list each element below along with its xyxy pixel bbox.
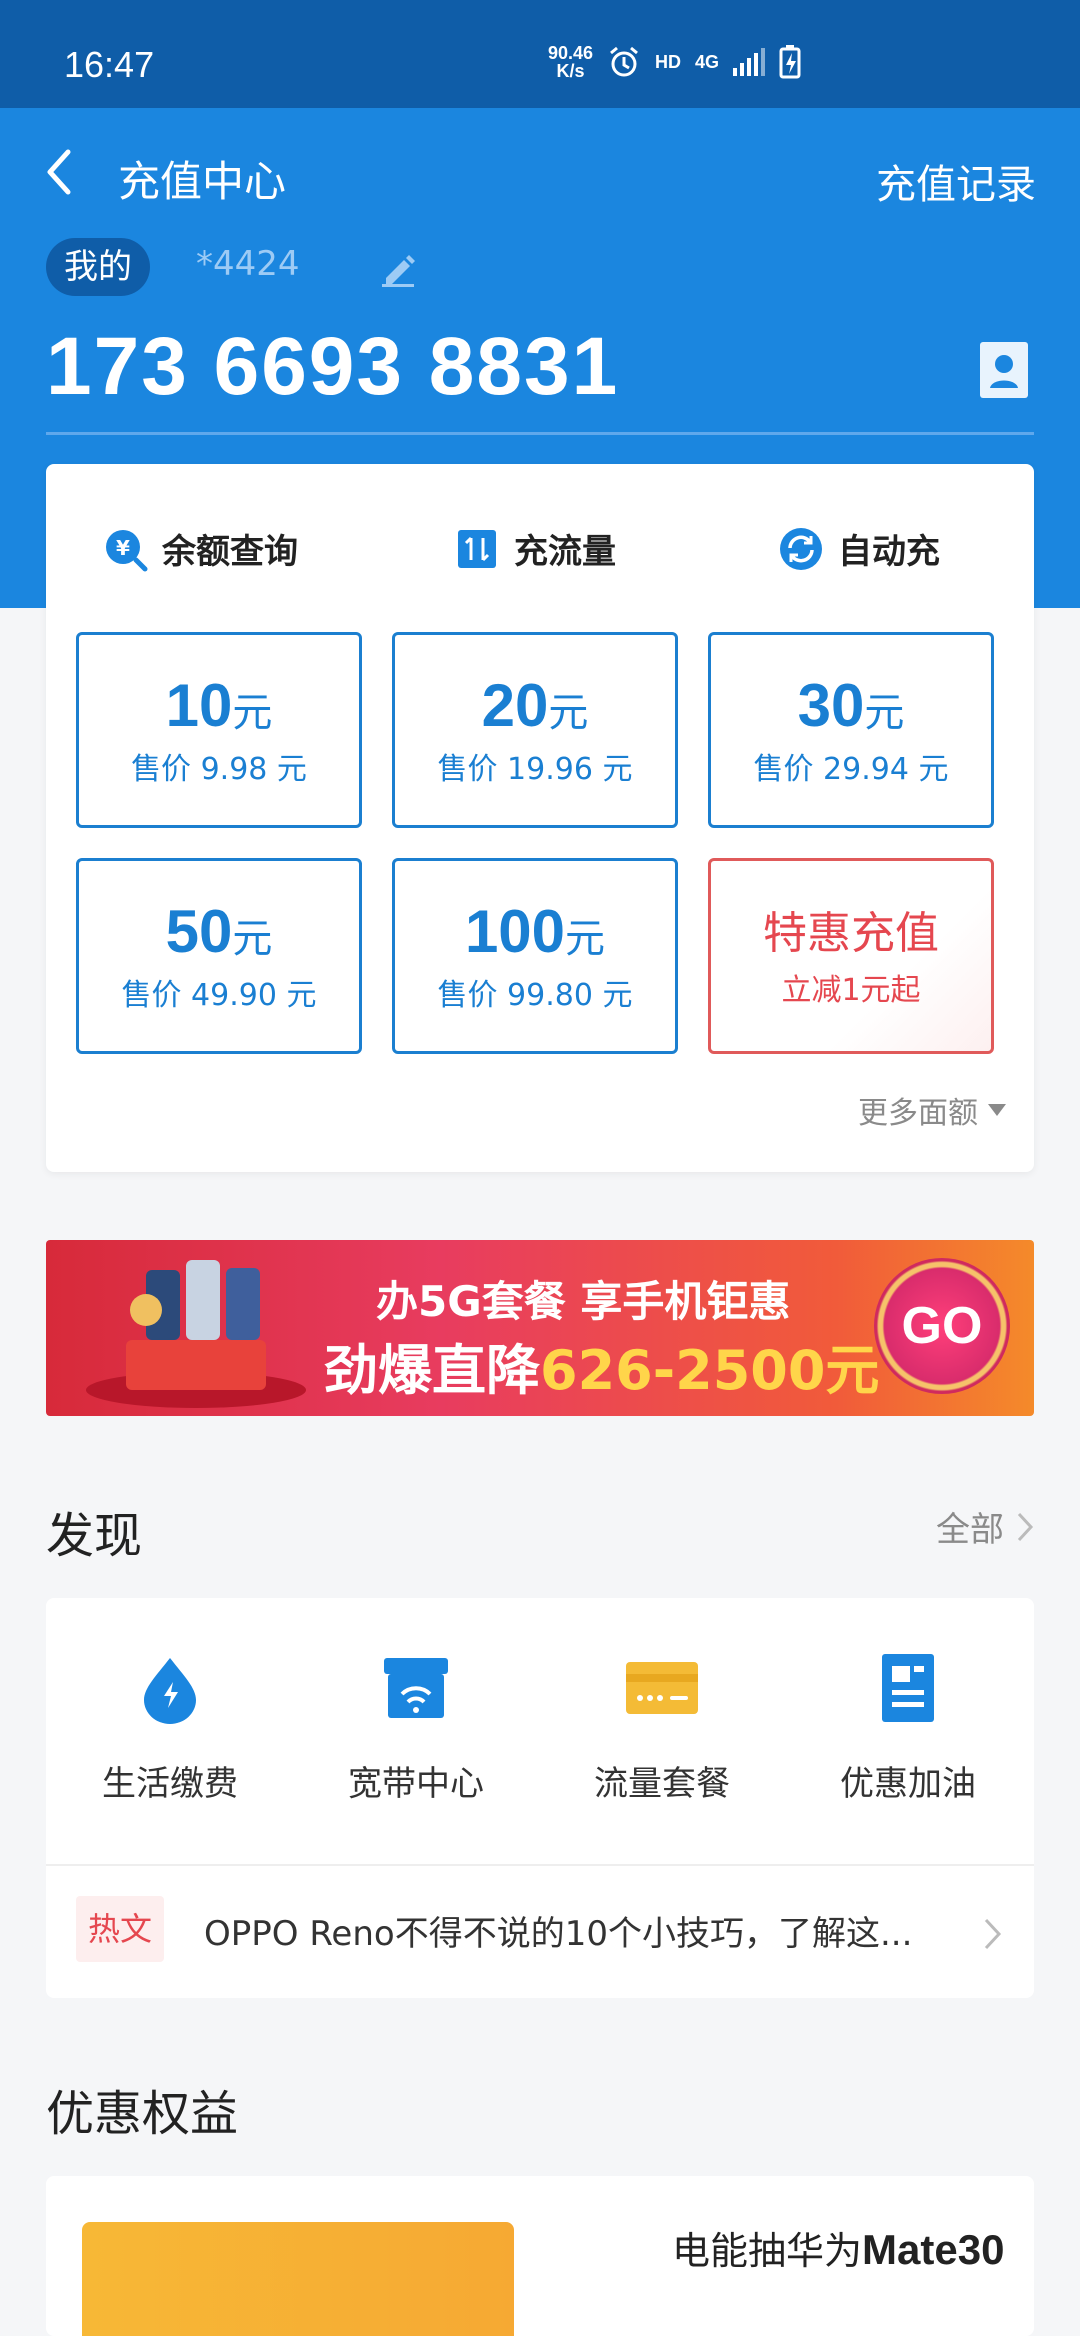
data-transfer-icon [458,529,496,568]
status-icons: 90.46 K/s HD 4G [548,44,801,80]
discover-title: 发现 [46,1508,143,1564]
recharge-card: ¥ 余额查询 充流量 自动充 10元 售价 9.98 元 20元 售价 19.9… [46,464,1034,1172]
recharge-records-link[interactable]: 充值记录 [876,152,1036,210]
benefits-title: 优惠权益 [46,2086,239,2142]
chevron-right-icon[interactable] [982,1916,1004,1952]
masked-account: *4424 [196,244,300,284]
service-fuel-discount[interactable]: 优惠加油 [808,1652,1008,1805]
recharge-data-button[interactable]: 充流量 [454,524,616,573]
fuel-discount-icon [882,1654,934,1722]
network-speed: 90.46 K/s [548,43,594,81]
contact-book-icon[interactable] [978,340,1030,400]
service-utility-payment[interactable]: 生活缴费 [70,1652,270,1805]
banner-subline: 劲爆直降626-2500元 [324,1339,880,1402]
auto-recharge-button[interactable]: 自动充 [778,524,940,573]
battery-charging-icon [779,45,801,79]
recharge-option-30[interactable]: 30元 售价 29.94 元 [708,632,994,828]
recharge-option-10[interactable]: 10元 售价 9.98 元 [76,632,362,828]
page-title: 充值中心 [118,157,287,206]
banner-headline: 办5G套餐 享手机钜惠 [376,1277,791,1326]
broadband-icon [384,1658,448,1718]
special-recharge-option[interactable]: 特惠充值 立减1元起 [708,858,994,1054]
back-arrow-icon[interactable] [40,142,76,202]
signal-icon [733,48,766,76]
status-bar: 16:47 90.46 K/s HD 4G [0,0,1080,108]
hd-badge: HD [655,51,682,72]
benefit-card[interactable]: 电能抽华为Mate30 [46,2176,1034,2336]
recharge-option-50[interactable]: 50元 售价 49.90 元 [76,858,362,1054]
phone-number[interactable]: 173 6693 8831 [46,320,619,414]
phone-underline [46,432,1034,435]
owner-badge: 我的 [46,238,150,296]
discover-card: 生活缴费 宽带中心 流量套餐 优惠加油 热文 OPPO Reno不得不说的10个… [46,1598,1034,1998]
service-broadband[interactable]: 宽带中心 [316,1652,516,1805]
alarm-icon [610,46,639,77]
benefit-promo-text: 电能抽华为Mate30 [672,2226,1005,2273]
chevron-right-icon [1017,1512,1034,1541]
promo-banner[interactable]: 办5G套餐 享手机钜惠 劲爆直降626-2500元 GO [46,1240,1034,1416]
balance-search-icon: ¥ [106,529,148,571]
edit-pen-icon[interactable] [378,248,418,288]
balance-query-button[interactable]: ¥ 余额查询 [102,524,298,573]
data-plan-icon [626,1662,698,1714]
hot-tag: 热文 [76,1896,165,1962]
discover-all-link[interactable]: 全部 [936,1502,1034,1551]
status-time: 16:47 [64,44,155,85]
auto-recharge-icon [780,527,822,570]
divider [46,1864,1034,1866]
network-type: 4G [695,51,720,72]
recharge-option-20[interactable]: 20元 售价 19.96 元 [392,632,678,828]
utility-payment-icon [144,1658,196,1724]
go-button[interactable]: GO [874,1258,1010,1394]
triangle-down-icon [988,1104,1006,1116]
svg-text:¥: ¥ [116,536,130,560]
more-amounts-button[interactable]: 更多面额 [858,1088,1006,1132]
phones-illustration [86,1260,306,1408]
recharge-option-100[interactable]: 100元 售价 99.80 元 [392,858,678,1054]
benefit-image [82,2222,514,2336]
service-data-plan[interactable]: 流量套餐 [562,1652,762,1805]
nav-bar: 充值中心 充值记录 [0,108,1080,234]
hot-news-link[interactable]: OPPO Reno不得不说的10个小技巧，了解这... [204,1906,912,1955]
